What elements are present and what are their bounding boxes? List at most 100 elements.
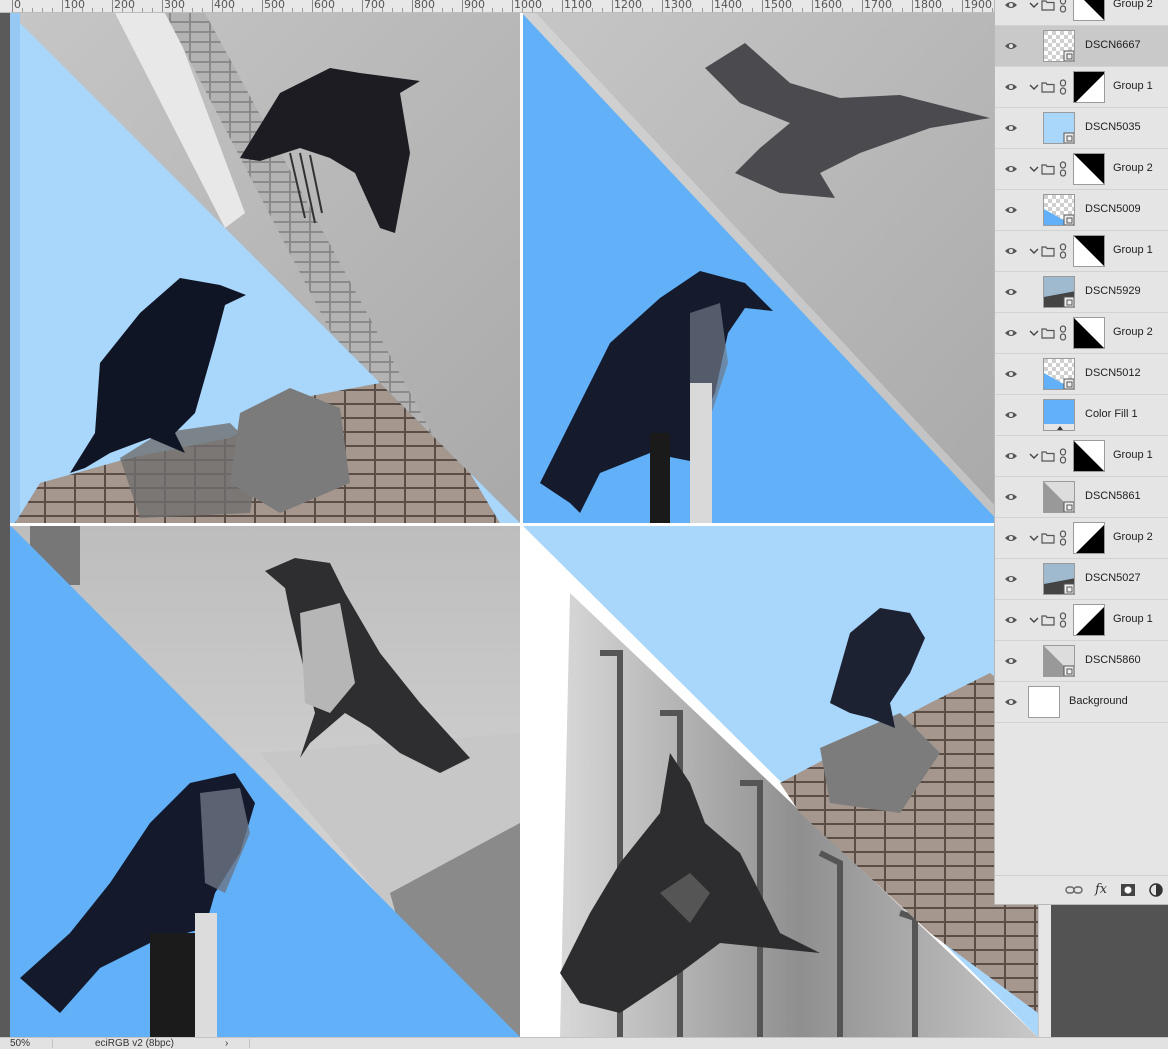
layer-mask-thumbnail[interactable] bbox=[1073, 235, 1105, 267]
layer-name[interactable]: DSCN5009 bbox=[1085, 203, 1141, 215]
layer-thumbnail[interactable] bbox=[1043, 194, 1075, 226]
chevron-down-icon[interactable] bbox=[1028, 0, 1040, 11]
layer-group-row[interactable]: Group 1 bbox=[995, 600, 1168, 641]
layer-name[interactable]: Group 1 bbox=[1113, 613, 1153, 625]
layer-name[interactable]: Background bbox=[1069, 695, 1128, 707]
eye-icon[interactable] bbox=[1004, 614, 1018, 626]
layer-name[interactable]: DSCN5860 bbox=[1085, 654, 1141, 666]
link-layers-icon[interactable] bbox=[1065, 882, 1083, 898]
layer-mask-thumbnail[interactable] bbox=[1073, 440, 1105, 472]
eye-icon[interactable] bbox=[1004, 368, 1018, 380]
add-mask-icon[interactable] bbox=[1119, 882, 1137, 898]
chevron-down-icon[interactable] bbox=[1028, 245, 1040, 257]
layer-row[interactable]: DSCN5860 bbox=[995, 641, 1168, 682]
layer-mask-thumbnail[interactable] bbox=[1073, 0, 1105, 21]
ruler-minor-tick bbox=[452, 8, 453, 12]
eye-icon[interactable] bbox=[1004, 245, 1018, 257]
status-menu-arrow[interactable]: › bbox=[225, 1038, 228, 1049]
layer-row[interactable]: Color Fill 1 bbox=[995, 395, 1168, 436]
eye-icon[interactable] bbox=[1004, 450, 1018, 462]
eye-icon[interactable] bbox=[1004, 573, 1018, 585]
chevron-down-icon[interactable] bbox=[1028, 532, 1040, 544]
mask-link-icon[interactable] bbox=[1059, 79, 1067, 95]
eye-icon[interactable] bbox=[1004, 327, 1018, 339]
layer-row[interactable]: Background bbox=[995, 682, 1168, 723]
eye-icon[interactable] bbox=[1004, 40, 1018, 52]
layer-thumbnail[interactable] bbox=[1043, 481, 1075, 513]
layer-group-row[interactable]: Group 1 bbox=[995, 67, 1168, 108]
layer-name[interactable]: Group 2 bbox=[1113, 531, 1153, 543]
layer-thumbnail[interactable] bbox=[1043, 399, 1075, 431]
layer-name[interactable]: DSCN5861 bbox=[1085, 490, 1141, 502]
mask-link-icon[interactable] bbox=[1059, 0, 1067, 13]
eye-icon[interactable] bbox=[1004, 409, 1018, 421]
chevron-down-icon[interactable] bbox=[1028, 81, 1040, 93]
zoom-level[interactable]: 50% bbox=[10, 1038, 30, 1049]
layer-name[interactable]: Group 1 bbox=[1113, 244, 1153, 256]
layer-group-row[interactable]: Group 2 bbox=[995, 313, 1168, 354]
ruler-label: 1500 bbox=[764, 0, 792, 11]
layer-name[interactable]: Group 1 bbox=[1113, 80, 1153, 92]
mask-link-icon[interactable] bbox=[1059, 325, 1067, 341]
ruler-minor-tick bbox=[252, 8, 253, 12]
eye-icon[interactable] bbox=[1004, 81, 1018, 93]
eye-icon[interactable] bbox=[1004, 122, 1018, 134]
layer-mask-thumbnail[interactable] bbox=[1073, 153, 1105, 185]
layer-name[interactable]: DSCN5027 bbox=[1085, 572, 1141, 584]
layer-row[interactable]: DSCN5027 bbox=[995, 559, 1168, 600]
layer-mask-thumbnail[interactable] bbox=[1073, 604, 1105, 636]
layer-name[interactable]: DSCN5012 bbox=[1085, 367, 1141, 379]
mask-link-icon[interactable] bbox=[1059, 161, 1067, 177]
layer-row[interactable]: DSCN5861 bbox=[995, 477, 1168, 518]
mask-link-icon[interactable] bbox=[1059, 530, 1067, 546]
eye-icon[interactable] bbox=[1004, 696, 1018, 708]
layer-mask-thumbnail[interactable] bbox=[1073, 522, 1105, 554]
horizontal-ruler[interactable]: 0 100 200 300 400 500 600 700 800 900 1000 1100 1200… bbox=[0, 0, 1000, 13]
layers-panel-footer: fx bbox=[995, 875, 1168, 904]
eye-icon[interactable] bbox=[1004, 0, 1018, 11]
eye-icon[interactable] bbox=[1004, 532, 1018, 544]
document-canvas[interactable] bbox=[0, 13, 1038, 1037]
eye-icon[interactable] bbox=[1004, 204, 1018, 216]
layer-name[interactable]: Color Fill 1 bbox=[1085, 408, 1138, 420]
layer-thumbnail[interactable] bbox=[1043, 112, 1075, 144]
chevron-down-icon[interactable] bbox=[1028, 163, 1040, 175]
layer-name[interactable]: Group 1 bbox=[1113, 449, 1153, 461]
chevron-down-icon[interactable] bbox=[1028, 614, 1040, 626]
mask-link-icon[interactable] bbox=[1059, 448, 1067, 464]
layer-row[interactable]: DSCN5035 bbox=[995, 108, 1168, 149]
chevron-down-icon[interactable] bbox=[1028, 327, 1040, 339]
layer-row[interactable]: DSCN5012 bbox=[995, 354, 1168, 395]
layer-thumbnail[interactable] bbox=[1043, 645, 1075, 677]
layer-mask-thumbnail[interactable] bbox=[1073, 71, 1105, 103]
layer-thumbnail[interactable] bbox=[1043, 358, 1075, 390]
layer-thumbnail[interactable] bbox=[1043, 30, 1075, 62]
adjustment-layer-icon[interactable] bbox=[1147, 882, 1165, 898]
layer-row[interactable]: DSCN6667 bbox=[995, 26, 1168, 67]
layer-row[interactable]: DSCN5009 bbox=[995, 190, 1168, 231]
mask-link-icon[interactable] bbox=[1059, 612, 1067, 628]
chevron-down-icon[interactable] bbox=[1028, 450, 1040, 462]
layer-group-row[interactable]: Group 2 bbox=[995, 518, 1168, 559]
layer-group-row[interactable]: Group 2 bbox=[995, 149, 1168, 190]
layer-row[interactable]: DSCN5929 bbox=[995, 272, 1168, 313]
layer-group-row[interactable]: Group 1 bbox=[995, 231, 1168, 272]
layer-name[interactable]: DSCN5929 bbox=[1085, 285, 1141, 297]
eye-icon[interactable] bbox=[1004, 163, 1018, 175]
mask-link-icon[interactable] bbox=[1059, 243, 1067, 259]
fx-icon[interactable]: fx bbox=[1095, 882, 1113, 898]
layer-thumbnail[interactable] bbox=[1043, 276, 1075, 308]
layer-name[interactable]: DSCN5035 bbox=[1085, 121, 1141, 133]
eye-icon[interactable] bbox=[1004, 655, 1018, 667]
layer-name[interactable]: Group 2 bbox=[1113, 326, 1153, 338]
layer-thumbnail[interactable] bbox=[1028, 686, 1060, 718]
layer-group-row[interactable]: Group 2 bbox=[995, 0, 1168, 26]
eye-icon[interactable] bbox=[1004, 491, 1018, 503]
layer-name[interactable]: DSCN6667 bbox=[1085, 39, 1141, 51]
layer-mask-thumbnail[interactable] bbox=[1073, 317, 1105, 349]
layer-thumbnail[interactable] bbox=[1043, 563, 1075, 595]
layer-group-row[interactable]: Group 1 bbox=[995, 436, 1168, 477]
eye-icon[interactable] bbox=[1004, 286, 1018, 298]
layer-name[interactable]: Group 2 bbox=[1113, 0, 1153, 10]
layer-name[interactable]: Group 2 bbox=[1113, 162, 1153, 174]
